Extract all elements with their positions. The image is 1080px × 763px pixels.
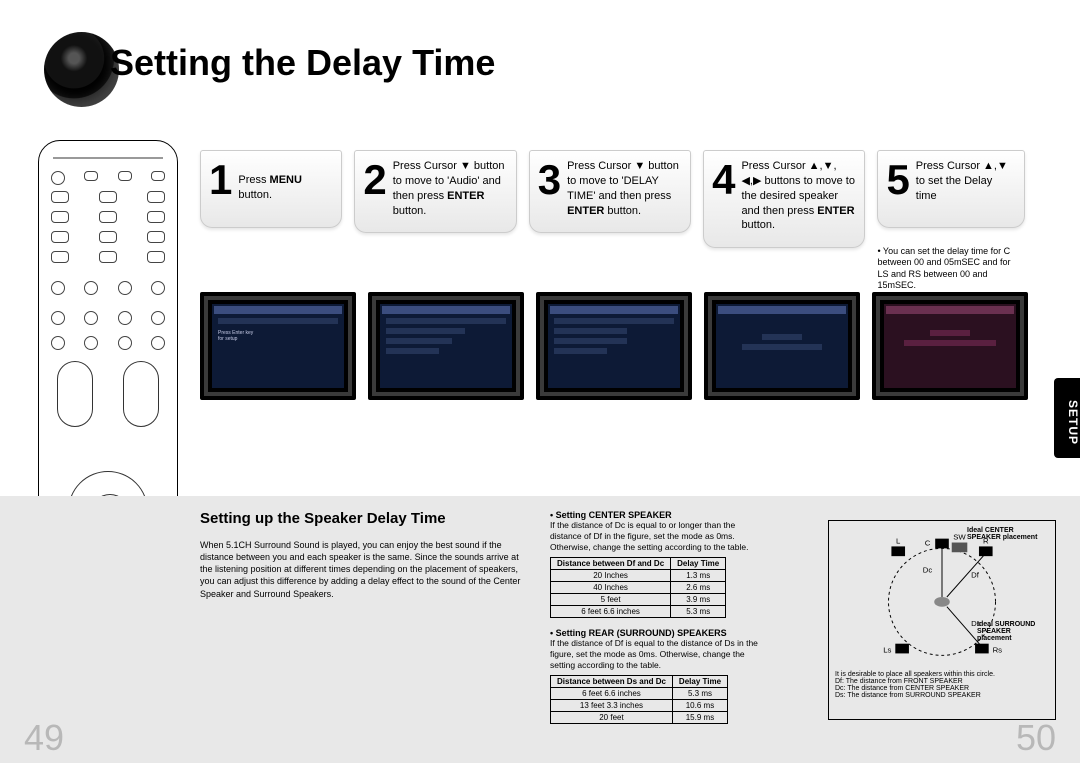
- step-4-number: 4: [712, 159, 735, 201]
- step-4-text: Press Cursor ▲,▼, ◀,▶ buttons to move to…: [741, 159, 856, 233]
- tv-preview-row: Press Enter keyfor setup: [200, 292, 1064, 400]
- tv-preview-2: [368, 292, 524, 400]
- tv-preview-5: [872, 292, 1028, 400]
- page-number-right: 50: [1016, 717, 1056, 759]
- step-5-text: Press Cursor ▲,▼ to set the Delay time: [916, 159, 1016, 204]
- center-speaker-heading: • Setting CENTER SPEAKER: [550, 510, 1056, 520]
- tv-preview-3: [536, 292, 692, 400]
- svg-text:L: L: [896, 537, 901, 546]
- ideal-center-label: Ideal CENTER SPEAKER placement: [967, 527, 1047, 541]
- page-title: Setting the Delay Time: [110, 42, 495, 84]
- step-2-text: Press Cursor ▼ button to move to 'Audio'…: [393, 159, 508, 218]
- lower-section: Setting up the Speaker Delay Time When 5…: [0, 496, 1080, 763]
- center-speaker-body: If the distance of Dc is equal to or lon…: [550, 520, 760, 553]
- step-5: 5Press Cursor ▲,▼ to set the Delay time …: [877, 150, 1024, 291]
- step-3-text: Press Cursor ▼ button to move to 'DELAY …: [567, 159, 682, 218]
- ideal-surround-label: Ideal SURROUND SPEAKER placement: [977, 621, 1047, 642]
- dc-legend: Dc: The distance from CENTER SPEAKER: [835, 685, 1049, 692]
- speaker-placement-diagram: Ideal CENTER SPEAKER placement L C SW R …: [828, 520, 1056, 720]
- step-2-number: 2: [363, 159, 386, 201]
- step-1: 1Press MENU button.: [200, 150, 342, 291]
- svg-text:SW: SW: [953, 533, 966, 542]
- svg-text:Dc: Dc: [923, 566, 933, 575]
- intro-paragraph: When 5.1CH Surround Sound is played, you…: [200, 539, 530, 600]
- svg-text:Ls: Ls: [883, 645, 891, 654]
- step-3: 3Press Cursor ▼ button to move to 'DELAY…: [529, 150, 691, 291]
- diagram-caption: It is desirable to place all speakers wi…: [835, 671, 1049, 678]
- tv-preview-1: Press Enter keyfor setup: [200, 292, 356, 400]
- svg-text:Rs: Rs: [993, 645, 1003, 654]
- ds-legend: Ds: The distance from SURROUND SPEAKER: [835, 692, 1049, 699]
- df-legend: Df: The distance from FRONT SPEAKER: [835, 678, 1049, 685]
- rear-speaker-body: If the distance of Df is equal to the di…: [550, 638, 760, 671]
- section-tab-setup: SETUP: [1054, 378, 1080, 458]
- step-5-number: 5: [886, 159, 909, 201]
- svg-text:Df: Df: [971, 571, 980, 580]
- t1-h2: Delay Time: [671, 558, 726, 570]
- t2-h1: Distance between Ds and Dc: [551, 676, 673, 688]
- center-delay-table: Distance between Df and DcDelay Time 20 …: [550, 557, 726, 618]
- svg-text:C: C: [925, 538, 931, 547]
- page-number-left: 49: [24, 717, 64, 759]
- rear-delay-table: Distance between Ds and DcDelay Time 6 f…: [550, 675, 728, 724]
- step-1-text: Press MENU button.: [238, 159, 333, 203]
- step-1-number: 1: [209, 159, 232, 201]
- t2-h2: Delay Time: [672, 676, 727, 688]
- step-2: 2Press Cursor ▼ button to move to 'Audio…: [354, 150, 516, 291]
- tv-preview-4: [704, 292, 860, 400]
- steps-row: 1Press MENU button. 2Press Cursor ▼ butt…: [200, 150, 1064, 291]
- step-4: 4Press Cursor ▲,▼, ◀,▶ buttons to move t…: [703, 150, 865, 291]
- t1-h1: Distance between Df and Dc: [551, 558, 671, 570]
- step-5-note: • You can set the delay time for C betwe…: [877, 246, 1017, 291]
- step-3-number: 3: [538, 159, 561, 201]
